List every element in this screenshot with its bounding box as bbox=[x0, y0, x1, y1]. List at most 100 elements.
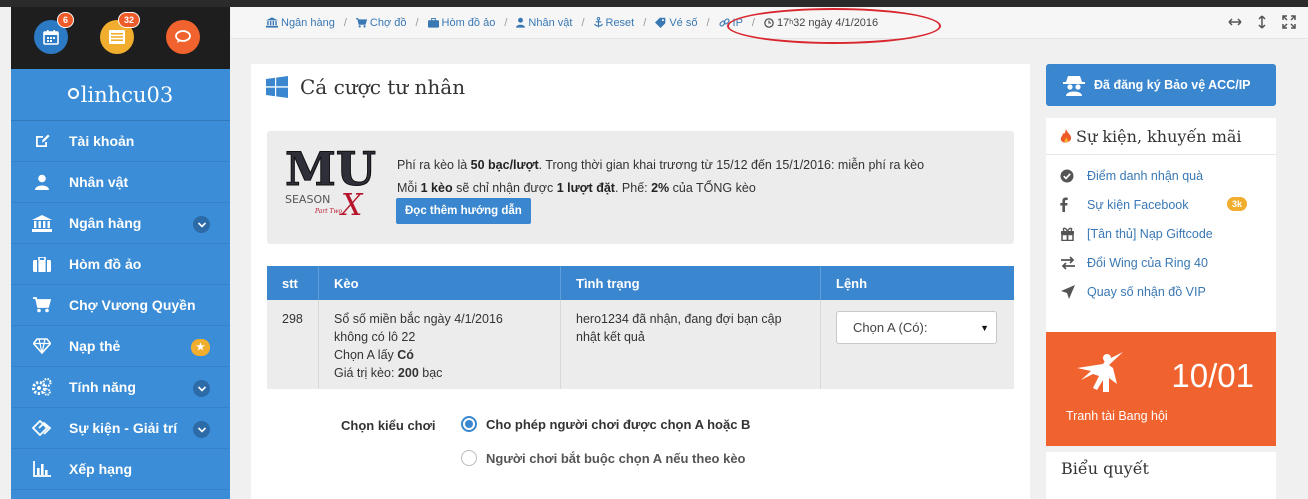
username[interactable]: linhcu03 bbox=[11, 69, 230, 121]
crumb-label: Vé số bbox=[669, 16, 698, 29]
event-facebook[interactable]: Sự kiện Facebook 3k bbox=[1046, 190, 1276, 219]
bank-icon bbox=[11, 214, 69, 232]
sidebar-item-label: Chợ Vương Quyền bbox=[69, 297, 196, 313]
option-label: Cho phép người chơi được chọn A hoặc B bbox=[486, 416, 751, 432]
play-mode-option-a-or-b[interactable]: Cho phép người chơi được chọn A hoặc B bbox=[461, 416, 750, 432]
expand-horizontal-icon[interactable] bbox=[1228, 15, 1242, 29]
bar-chart-icon bbox=[11, 461, 69, 477]
sidebar-item-events[interactable]: Sự kiện - Giải trí bbox=[11, 408, 230, 449]
event-checkin[interactable]: Điểm danh nhận quà bbox=[1046, 161, 1276, 190]
exchange-icon bbox=[1060, 255, 1087, 270]
chevron-down-icon[interactable] bbox=[193, 216, 210, 233]
sidebar-item-market[interactable]: Chợ Vương Quyền bbox=[11, 285, 230, 326]
info-box: MU SEASON X Part Two Phí ra kèo là 50 bạ… bbox=[267, 131, 1014, 244]
sidebar-item-bank[interactable]: Ngân hàng bbox=[11, 203, 230, 244]
crumb-market[interactable]: Chợ đồ bbox=[355, 16, 407, 29]
crumb-label: Hòm đồ ảo bbox=[441, 16, 496, 29]
event-giftcode[interactable]: [Tân thủ] Nạp Giftcode bbox=[1046, 219, 1276, 248]
bet-choice-label: Chọn A lấy bbox=[334, 348, 398, 362]
cart-icon bbox=[11, 297, 69, 313]
col-header-bet: Kèo bbox=[319, 266, 561, 300]
event-label: Sự kiện Facebook bbox=[1087, 197, 1189, 212]
main-panel: Cá cược tư nhân MU SEASON X Part Two Phí… bbox=[251, 64, 1030, 499]
top-strip bbox=[0, 0, 1308, 7]
info-bold: 1 lượt đặt bbox=[556, 181, 615, 195]
info-fee: 50 bạc/lượt bbox=[470, 158, 539, 172]
chevron-down-icon[interactable] bbox=[193, 380, 210, 397]
select-value: Chọn A (Có): bbox=[853, 319, 928, 335]
table-row: 298 Sổ số miền bắc ngày 4/1/2016 không c… bbox=[267, 300, 1014, 389]
info-bold: 1 kèo bbox=[420, 181, 453, 195]
table-header: stt Kèo Tình trạng Lệnh bbox=[267, 266, 1014, 300]
crumb-separator: / bbox=[415, 16, 419, 29]
crumb-virtual-chest[interactable]: Hòm đồ ảo bbox=[427, 16, 496, 29]
play-mode-option-force-a[interactable]: Người chơi bắt buộc chọn A nếu theo kèo bbox=[461, 450, 746, 466]
crumb-bank[interactable]: Ngân hàng bbox=[266, 17, 335, 29]
promo-label: Tranh tài Bang hội bbox=[1066, 409, 1168, 423]
option-label: Người chơi bắt buộc chọn A nếu theo kèo bbox=[486, 450, 746, 466]
online-ring-icon bbox=[67, 88, 79, 99]
calendar-button[interactable]: 6 bbox=[34, 12, 74, 54]
logo-brand: MU bbox=[285, 142, 376, 196]
window-controls bbox=[1228, 15, 1296, 29]
facebook-icon bbox=[1060, 197, 1087, 212]
sidebar-quick-actions: 6 32 bbox=[11, 7, 230, 69]
chat-button[interactable] bbox=[166, 20, 200, 54]
mu-season-logo: MU SEASON X Part Two bbox=[285, 142, 377, 224]
list-icon bbox=[109, 30, 125, 44]
sidebar-item-label: Tài khoản bbox=[69, 133, 135, 149]
info-text-part: của TỔNG kèo bbox=[669, 181, 756, 195]
edit-icon bbox=[11, 133, 69, 149]
check-circle-icon bbox=[1060, 169, 1087, 183]
event-vip-spin[interactable]: Quay số nhận đồ VIP bbox=[1046, 277, 1276, 306]
info-line-2: Mỗi 1 kèo sẽ chỉ nhận được 1 lượt đặt. P… bbox=[397, 177, 924, 200]
guild-battle-promo[interactable]: 10/01 Tranh tài Bang hội bbox=[1046, 332, 1276, 446]
expand-vertical-icon[interactable] bbox=[1257, 15, 1267, 29]
bets-table: stt Kèo Tình trạng Lệnh 298 Sổ số miền b… bbox=[267, 266, 1014, 389]
radio-unselected[interactable] bbox=[461, 450, 477, 466]
logo-sub: SEASON bbox=[285, 193, 330, 206]
gears-icon bbox=[11, 378, 69, 396]
right-column: Đã đăng ký Bảo vệ ACC/IP Sự kiện, khuyến… bbox=[1046, 64, 1276, 499]
sidebar: 6 32 linhcu03 Tài khoản Nhân vật Ngân hà… bbox=[11, 7, 230, 499]
crumb-separator: / bbox=[504, 16, 508, 29]
chevron-down-icon[interactable] bbox=[193, 421, 210, 438]
sidebar-item-topup[interactable]: Nạp thẻ ★ bbox=[11, 326, 230, 367]
event-label: Đổi Wing của Ring 40 bbox=[1087, 255, 1208, 270]
crumb-label: Chợ đồ bbox=[369, 16, 407, 29]
red-circle-annotation bbox=[727, 8, 941, 44]
sidebar-item-ranking[interactable]: Xếp hạng bbox=[11, 449, 230, 490]
list-badge: 32 bbox=[117, 12, 140, 28]
calendar-badge: 6 bbox=[56, 12, 74, 28]
page-title: Cá cược tư nhân bbox=[266, 75, 465, 99]
sidebar-item-label: Ngân hàng bbox=[69, 215, 142, 231]
crumb-lottery[interactable]: Vé số bbox=[655, 17, 697, 29]
cell-command: Chọn A (Có): ▼ bbox=[821, 300, 1014, 389]
col-header-status: Tình trạng bbox=[561, 266, 821, 300]
fullscreen-icon[interactable] bbox=[1282, 15, 1296, 29]
col-header-command: Lệnh bbox=[836, 275, 868, 291]
username-label: linhcu03 bbox=[80, 82, 174, 107]
ninja-icon bbox=[1077, 352, 1123, 392]
user-icon bbox=[516, 17, 526, 28]
sidebar-item-virtual-chest[interactable]: Hòm đồ ảo bbox=[11, 244, 230, 285]
sidebar-item-character[interactable]: Nhân vật bbox=[11, 162, 230, 203]
logo-tag: Part Two bbox=[314, 208, 342, 215]
sidebar-item-features[interactable]: Tính năng bbox=[11, 367, 230, 408]
read-guide-button[interactable]: Đọc thêm hướng dẫn bbox=[396, 198, 531, 224]
list-button[interactable]: 32 bbox=[100, 12, 140, 54]
events-list: Điểm danh nhận quà Sự kiện Facebook 3k [… bbox=[1046, 155, 1276, 306]
event-exchange-wing[interactable]: Đổi Wing của Ring 40 bbox=[1046, 248, 1276, 277]
protect-account-button[interactable]: Đã đăng ký Bảo vệ ACC/IP bbox=[1046, 64, 1276, 106]
crumb-reset[interactable]: Reset bbox=[593, 17, 634, 29]
sidebar-item-label: Hòm đồ ảo bbox=[69, 256, 142, 272]
crumb-character[interactable]: Nhân vật bbox=[516, 17, 572, 29]
diamond-icon bbox=[11, 338, 69, 354]
fire-icon bbox=[1060, 128, 1072, 143]
choice-select[interactable]: Chọn A (Có): ▼ bbox=[836, 311, 997, 344]
radio-selected[interactable] bbox=[461, 416, 477, 432]
promo-date: 10/01 bbox=[1171, 357, 1254, 394]
sidebar-item-account[interactable]: Tài khoản bbox=[11, 121, 230, 162]
bet-choice-value: Có bbox=[397, 348, 414, 362]
event-label: [Tân thủ] Nạp Giftcode bbox=[1087, 226, 1213, 241]
